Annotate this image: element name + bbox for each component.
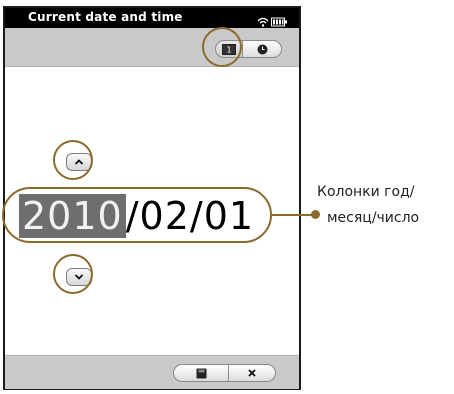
date-editor-panel: 2010 / 02 / 01 <box>5 67 299 355</box>
save-icon <box>196 368 206 378</box>
callout-line <box>272 214 316 216</box>
callout-label-line-1: Колонки год/ <box>317 184 415 200</box>
callout-label-line-2: месяц/число <box>327 210 420 226</box>
chevron-up-icon <box>74 159 84 165</box>
month-field[interactable]: 02 <box>140 194 190 238</box>
callout-label: Колонки год/ месяц/число <box>317 181 452 229</box>
clock-icon <box>257 44 267 54</box>
device-screen: Current date and time 1 2010 / 02 / 01 <box>3 6 301 390</box>
bottom-toolbar <box>5 355 299 389</box>
chevron-down-icon <box>74 274 84 280</box>
time-mode-button[interactable] <box>242 40 282 58</box>
cancel-button[interactable] <box>228 364 276 382</box>
status-bar: Current date and time <box>5 8 299 28</box>
date-mode-button[interactable]: 1 <box>215 40 243 58</box>
save-button[interactable] <box>173 364 229 382</box>
year-down-button[interactable] <box>66 268 92 286</box>
date-separator: / <box>189 194 204 238</box>
year-field[interactable]: 2010 <box>19 194 126 238</box>
year-up-button[interactable] <box>66 153 92 171</box>
date-separator: / <box>125 194 140 238</box>
calendar-day-label: 1 <box>226 45 231 54</box>
day-field[interactable]: 01 <box>204 194 254 238</box>
close-icon <box>248 369 256 377</box>
calendar-icon: 1 <box>222 43 236 55</box>
date-value: 2010 / 02 / 01 <box>19 193 254 239</box>
top-toolbar: 1 <box>5 28 299 67</box>
screen-title: Current date and time <box>28 10 183 24</box>
